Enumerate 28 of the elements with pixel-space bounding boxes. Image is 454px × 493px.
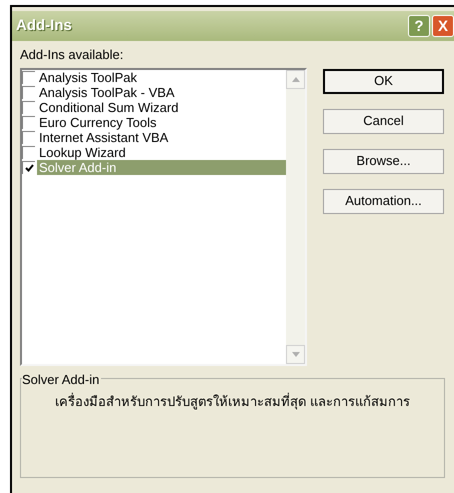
checkbox[interactable]: [22, 146, 35, 158]
dialog-button[interactable]: Browse...: [323, 148, 444, 174]
window-title: Add-Ins: [16, 16, 73, 36]
scroll-down-button[interactable]: [286, 344, 305, 364]
dialog-button[interactable]: OK: [323, 68, 444, 94]
addin-item[interactable]: Euro Currency Tools: [37, 114, 159, 130]
up-arrow-icon: [292, 76, 300, 82]
checkbox[interactable]: [22, 160, 35, 174]
addins-list[interactable]: Analysis ToolPak Analysis ToolPak - VBA Conditional Sum Wizard Euro Currency Tools Internet Assistant VBA Lookup Wizard Solver Add-in: [20, 68, 307, 366]
checkbox[interactable]: [22, 86, 35, 98]
scroll-up-button[interactable]: [286, 70, 305, 88]
addin-item[interactable]: Internet Assistant VBA: [37, 130, 170, 144]
close-button[interactable]: X: [432, 15, 454, 37]
addin-item[interactable]: Analysis ToolPak - VBA: [37, 84, 177, 100]
addin-item[interactable]: Analysis ToolPak: [37, 70, 140, 84]
list-label: Add-Ins available:: [20, 46, 124, 64]
checkmark-icon: [24, 164, 34, 172]
dialog-button[interactable]: Cancel: [323, 108, 444, 134]
checkbox[interactable]: [22, 70, 35, 84]
description-text: เครื่องมือสำหรับการปรับสูตรให้เหมาะสมที่สุด และการแก้สมการ: [54, 392, 411, 410]
addin-item[interactable]: Conditional Sum Wizard: [37, 100, 180, 114]
dialog-button[interactable]: Automation...: [323, 188, 444, 214]
addin-item[interactable]: Lookup Wizard: [37, 144, 128, 160]
checkbox[interactable]: [22, 130, 35, 144]
checkbox[interactable]: [22, 116, 35, 128]
checkbox[interactable]: [22, 100, 35, 114]
down-arrow-icon: [292, 352, 300, 356]
scrollbar[interactable]: [286, 70, 305, 364]
